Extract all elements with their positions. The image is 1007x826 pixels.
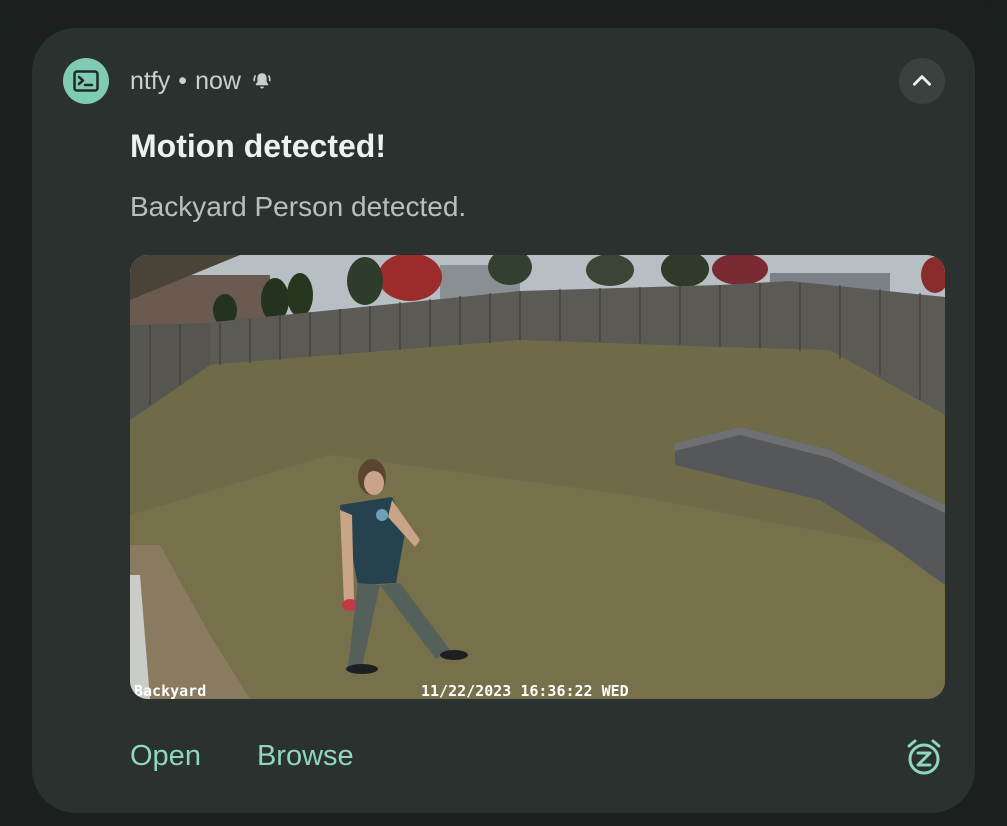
notification-message: Backyard Person detected. — [130, 191, 467, 222]
snooze-alarm-icon — [907, 739, 941, 775]
notification-card[interactable]: ntfy • now Motion detected! Backyard Per… — [32, 28, 975, 813]
header-separator: • — [178, 66, 188, 95]
action-row: Open Browse — [130, 736, 410, 776]
bell-alert-icon — [251, 70, 273, 92]
camera-label-overlay: Backyard — [134, 682, 206, 699]
chevron-up-icon — [913, 75, 931, 86]
terminal-icon — [63, 58, 109, 104]
camera-snapshot-image[interactable]: Backyard 11/22/2023 16:36:22 WED — [130, 255, 945, 699]
app-name: ntfy — [130, 66, 171, 95]
browse-button[interactable]: Browse — [257, 740, 354, 773]
collapse-button[interactable] — [899, 58, 945, 104]
notification-title: Motion detected! — [130, 128, 386, 164]
camera-timestamp-overlay: 11/22/2023 16:36:22 WED — [421, 682, 629, 699]
open-button[interactable]: Open — [130, 740, 201, 773]
snooze-button[interactable] — [902, 735, 946, 779]
notification-header: ntfy • now — [130, 64, 273, 98]
notification-time: now — [195, 66, 241, 95]
